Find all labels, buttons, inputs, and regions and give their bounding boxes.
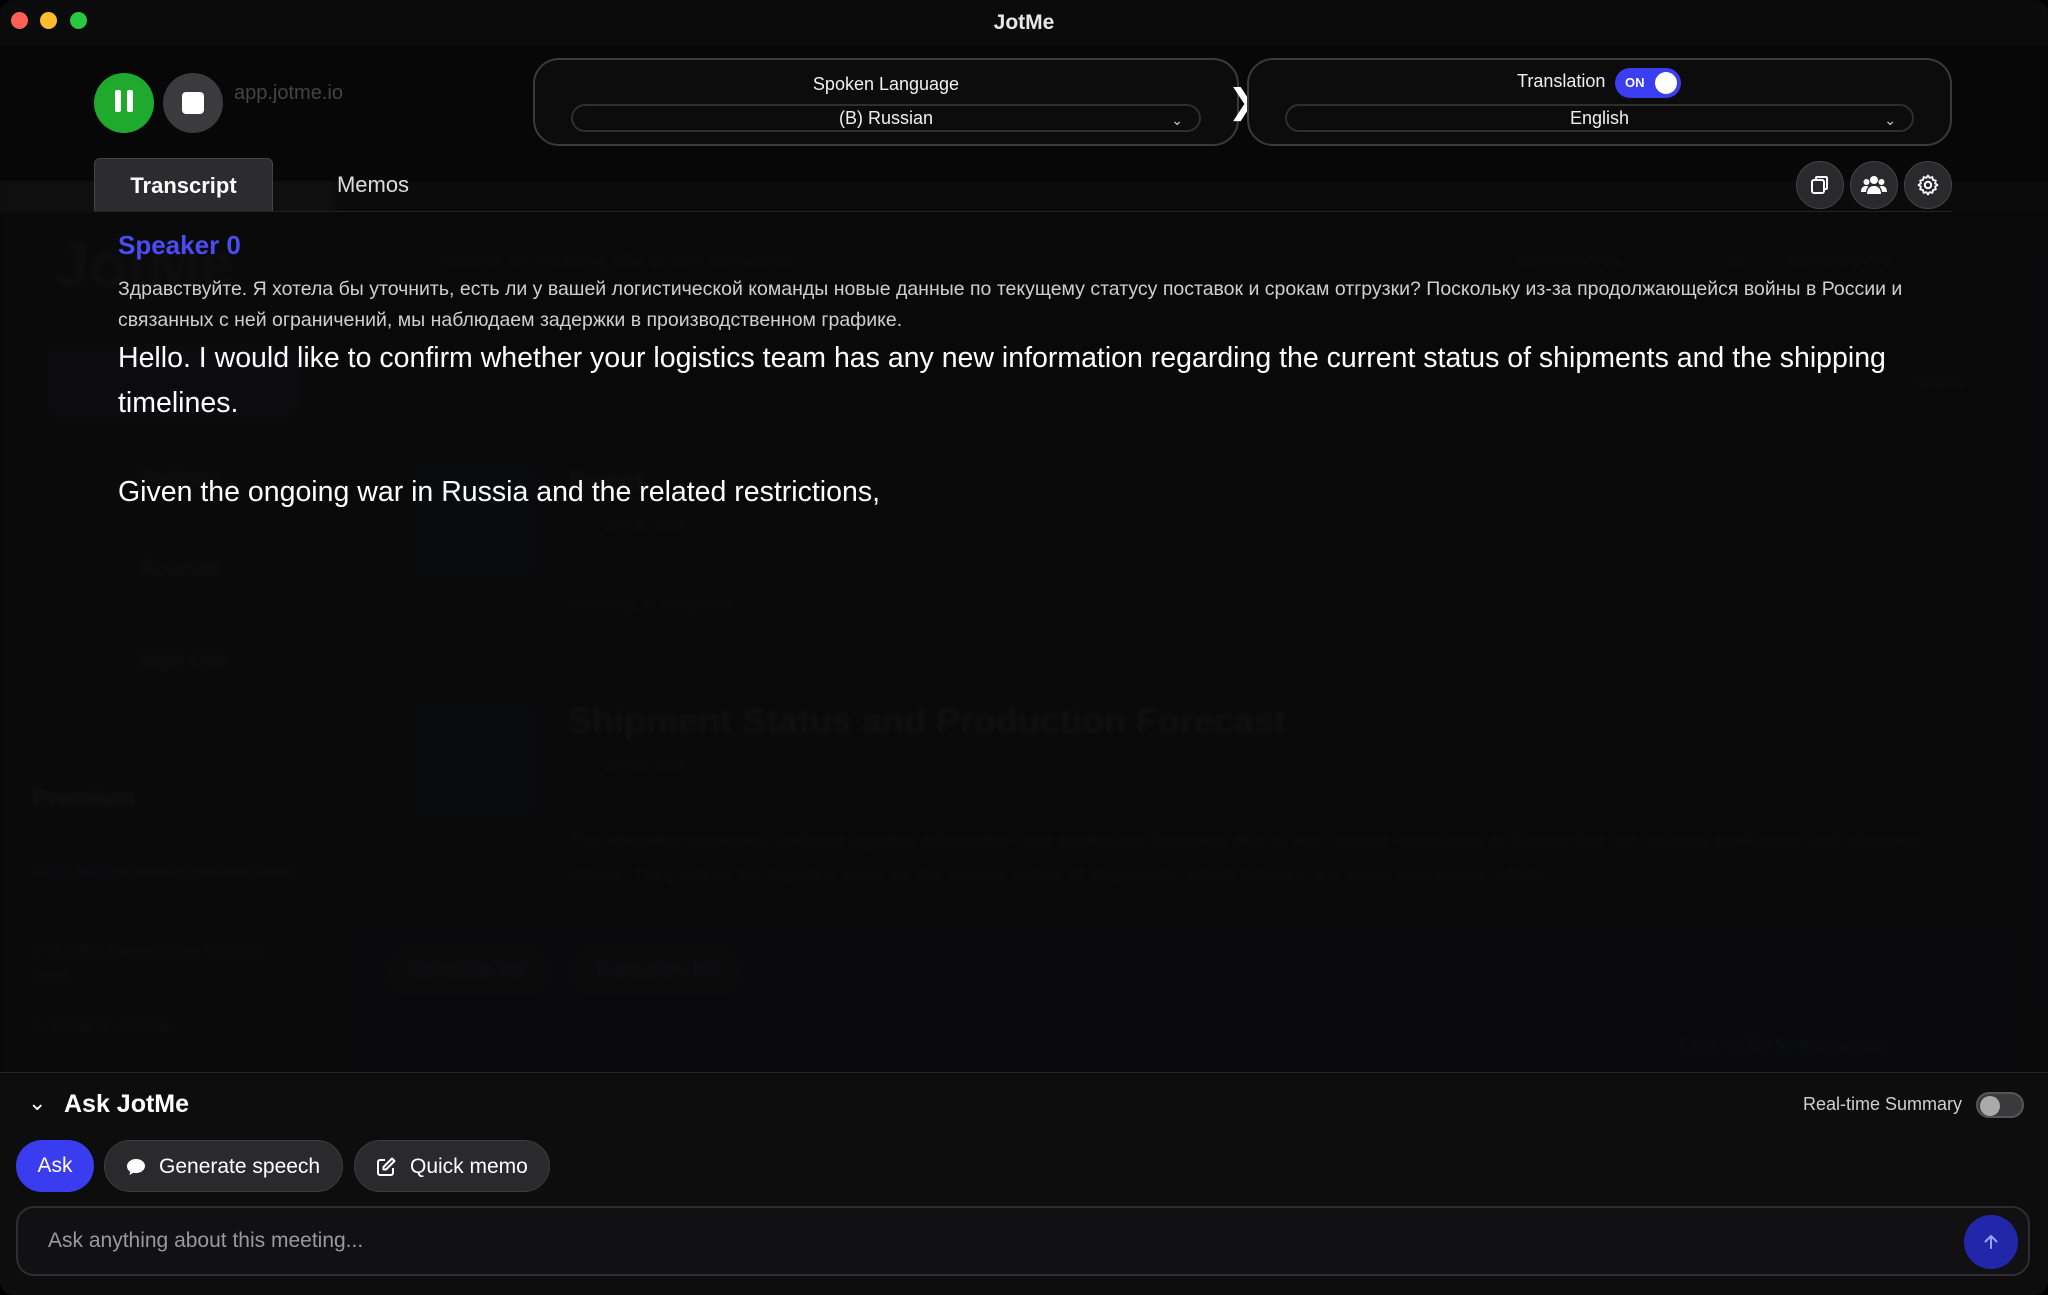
translation-language-select[interactable]: English ⌄: [1285, 104, 1914, 132]
toggle-knob: [1980, 1096, 2000, 1116]
edit-icon: [377, 1157, 396, 1176]
translated-text-2: Given the ongoing war in Russia and the …: [118, 476, 880, 508]
tab-transcript[interactable]: Transcript: [94, 158, 273, 212]
generate-speech-button[interactable]: Generate speech: [104, 1140, 343, 1192]
translated-text-1: Hello. I would like to confirm whether y…: [118, 342, 1886, 419]
ask-input[interactable]: [48, 1208, 1948, 1274]
copy-button[interactable]: [1796, 161, 1844, 209]
window-title: JotMe: [993, 11, 1055, 34]
original-transcript-text: Здравствуйте. Я хотела бы уточнить, есть…: [118, 278, 1903, 331]
toggle-knob: [1655, 72, 1677, 94]
realtime-summary-toggle[interactable]: [1976, 1092, 2024, 1118]
collapse-chevron-icon[interactable]: ⌄: [28, 1090, 46, 1116]
chevron-down-icon: ⌄: [1171, 112, 1183, 128]
speakers-button[interactable]: [1850, 161, 1898, 209]
speaker-label: Speaker 0: [118, 230, 241, 260]
realtime-summary-label: Real-time Summary: [1803, 1094, 1963, 1114]
app-window: JotMe Settings Account Sign Out Premium …: [0, 0, 2048, 1295]
gear-icon: [1917, 174, 1939, 196]
translation-toggle[interactable]: ON: [1615, 68, 1681, 98]
translation-label: Translation: [1517, 71, 1606, 91]
arrow-up-icon: [1984, 1235, 1998, 1249]
generate-speech-label: Generate speech: [159, 1155, 321, 1178]
settings-button[interactable]: [1904, 161, 1952, 209]
title-bar: JotMe: [0, 0, 2048, 46]
chevron-down-icon: ⌄: [1884, 112, 1896, 128]
translation-panel: Translation ON English ⌄: [1247, 58, 1952, 146]
quick-memo-label: Quick memo: [410, 1155, 528, 1178]
ask-panel-title: Ask JotMe: [64, 1090, 190, 1118]
spoken-language-label: Spoken Language: [812, 74, 960, 94]
toggle-on-label: ON: [1625, 75, 1645, 90]
speech-bubble-icon: [127, 1159, 145, 1175]
tab-memos[interactable]: Memos: [318, 158, 428, 212]
spoken-language-value: (B) Russian: [838, 108, 934, 128]
quick-memo-button[interactable]: Quick memo: [354, 1140, 550, 1192]
tab-divider: [94, 211, 1952, 212]
spoken-language-select[interactable]: (B) Russian ⌄: [571, 104, 1201, 132]
pause-icon: [112, 89, 136, 117]
copy-icon: [1811, 176, 1828, 194]
stop-icon: [182, 92, 204, 114]
send-button[interactable]: [1964, 1215, 2018, 1269]
stop-button[interactable]: [163, 73, 223, 133]
ask-button[interactable]: Ask: [16, 1140, 94, 1192]
users-icon: [1861, 176, 1887, 194]
ask-input-container: [16, 1206, 2030, 1276]
faint-url: app.jotme.io: [234, 82, 343, 104]
spoken-language-panel: Spoken Language (B) Russian ⌄: [533, 58, 1239, 146]
pause-button[interactable]: [94, 73, 154, 133]
translation-language-value: English: [1569, 108, 1630, 128]
